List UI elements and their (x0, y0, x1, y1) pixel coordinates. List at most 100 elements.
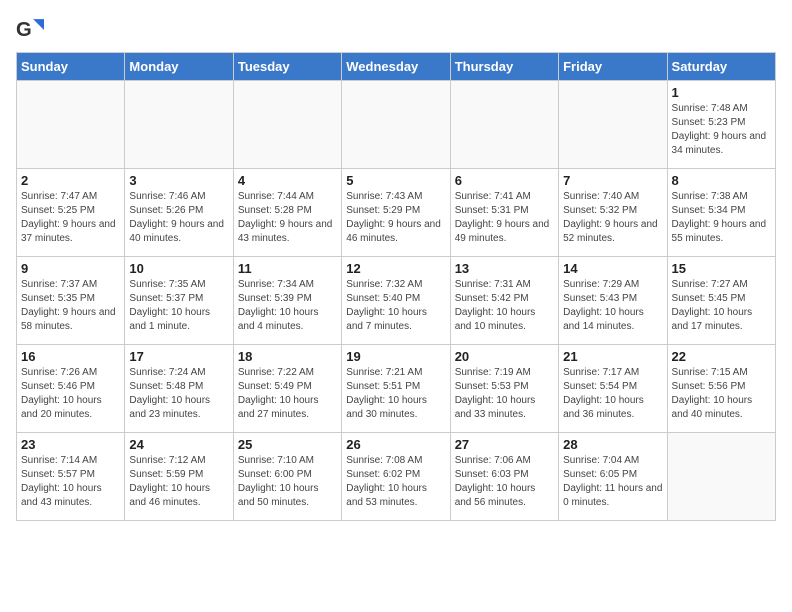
logo-icon: G (16, 16, 44, 44)
day-number: 20 (455, 349, 554, 364)
day-info: Sunrise: 7:04 AM Sunset: 6:05 PM Dayligh… (563, 454, 662, 510)
day-info: Sunrise: 7:43 AM Sunset: 5:29 PM Dayligh… (346, 190, 445, 246)
weekday-header: Wednesday (342, 53, 450, 81)
calendar-cell: 22 Sunrise: 7:15 AM Sunset: 5:56 PM Dayli… (667, 345, 775, 433)
calendar-cell (17, 81, 125, 169)
calendar-cell: 21 Sunrise: 7:17 AM Sunset: 5:54 PM Dayli… (559, 345, 667, 433)
calendar-week-row: 9 Sunrise: 7:37 AM Sunset: 5:35 PM Daylig… (17, 257, 776, 345)
day-info: Sunrise: 7:19 AM Sunset: 5:53 PM Dayligh… (455, 366, 554, 422)
calendar-cell: 1 Sunrise: 7:48 AM Sunset: 5:23 PM Daylig… (667, 81, 775, 169)
calendar-cell: 28 Sunrise: 7:04 AM Sunset: 6:05 PM Dayli… (559, 433, 667, 521)
day-info: Sunrise: 7:34 AM Sunset: 5:39 PM Dayligh… (238, 278, 337, 334)
calendar-cell: 3Sunrise: 7:46 AM Sunset: 5:26 PM Daylig… (125, 169, 233, 257)
day-info: Sunrise: 7:24 AM Sunset: 5:48 PM Dayligh… (129, 366, 228, 422)
day-info: Sunrise: 7:35 AM Sunset: 5:37 PM Dayligh… (129, 278, 228, 334)
calendar-cell: 18 Sunrise: 7:22 AM Sunset: 5:49 PM Dayli… (233, 345, 341, 433)
day-info: Sunrise: 7:48 AM Sunset: 5:23 PM Dayligh… (672, 102, 771, 158)
day-number: 25 (238, 437, 337, 452)
day-info: Sunrise: 7:22 AM Sunset: 5:49 PM Dayligh… (238, 366, 337, 422)
day-number: 7 (563, 173, 662, 188)
day-info: Sunrise: 7:38 AM Sunset: 5:34 PM Dayligh… (672, 190, 771, 246)
day-number: 16 (21, 349, 120, 364)
calendar-cell: 7 Sunrise: 7:40 AM Sunset: 5:32 PM Daylig… (559, 169, 667, 257)
calendar-table: SundayMondayTuesdayWednesdayThursdayFrid… (16, 52, 776, 521)
day-info: Sunrise: 7:27 AM Sunset: 5:45 PM Dayligh… (672, 278, 771, 334)
day-info: Sunrise: 7:14 AM Sunset: 5:57 PM Dayligh… (21, 454, 120, 510)
calendar-cell (233, 81, 341, 169)
calendar-cell (667, 433, 775, 521)
day-number: 12 (346, 261, 445, 276)
weekday-header: Tuesday (233, 53, 341, 81)
day-number: 10 (129, 261, 228, 276)
day-number: 15 (672, 261, 771, 276)
day-info: Sunrise: 7:12 AM Sunset: 5:59 PM Dayligh… (129, 454, 228, 510)
day-number: 17 (129, 349, 228, 364)
day-info: Sunrise: 7:21 AM Sunset: 5:51 PM Dayligh… (346, 366, 445, 422)
day-number: 9 (21, 261, 120, 276)
calendar-cell (559, 81, 667, 169)
calendar-cell: 8 Sunrise: 7:38 AM Sunset: 5:34 PM Daylig… (667, 169, 775, 257)
day-number: 28 (563, 437, 662, 452)
day-info: Sunrise: 7:40 AM Sunset: 5:32 PM Dayligh… (563, 190, 662, 246)
calendar-week-row: 23 Sunrise: 7:14 AM Sunset: 5:57 PM Dayli… (17, 433, 776, 521)
day-info: Sunrise: 7:47 AM Sunset: 5:25 PM Dayligh… (21, 190, 120, 246)
calendar-cell: 23 Sunrise: 7:14 AM Sunset: 5:57 PM Dayli… (17, 433, 125, 521)
svg-text:G: G (16, 19, 32, 41)
day-number: 23 (21, 437, 120, 452)
day-info: Sunrise: 7:41 AM Sunset: 5:31 PM Dayligh… (455, 190, 554, 246)
calendar-cell: 11Sunrise: 7:34 AM Sunset: 5:39 PM Dayli… (233, 257, 341, 345)
calendar-cell: 17 Sunrise: 7:24 AM Sunset: 5:48 PM Dayli… (125, 345, 233, 433)
calendar-week-row: 16 Sunrise: 7:26 AM Sunset: 5:46 PM Dayli… (17, 345, 776, 433)
day-number: 19 (346, 349, 445, 364)
calendar-cell: 14Sunrise: 7:29 AM Sunset: 5:43 PM Dayli… (559, 257, 667, 345)
calendar-cell: 25 Sunrise: 7:10 AM Sunset: 6:00 PM Dayli… (233, 433, 341, 521)
calendar-cell: 10 Sunrise: 7:35 AM Sunset: 5:37 PM Dayli… (125, 257, 233, 345)
calendar-cell: 15 Sunrise: 7:27 AM Sunset: 5:45 PM Dayli… (667, 257, 775, 345)
day-number: 24 (129, 437, 228, 452)
calendar-cell: 27 Sunrise: 7:06 AM Sunset: 6:03 PM Dayli… (450, 433, 558, 521)
day-info: Sunrise: 7:37 AM Sunset: 5:35 PM Dayligh… (21, 278, 120, 334)
calendar-cell: 16 Sunrise: 7:26 AM Sunset: 5:46 PM Dayli… (17, 345, 125, 433)
calendar-cell: 9 Sunrise: 7:37 AM Sunset: 5:35 PM Daylig… (17, 257, 125, 345)
calendar-cell: 13 Sunrise: 7:31 AM Sunset: 5:42 PM Dayli… (450, 257, 558, 345)
day-number: 13 (455, 261, 554, 276)
day-info: Sunrise: 7:44 AM Sunset: 5:28 PM Dayligh… (238, 190, 337, 246)
day-number: 2 (21, 173, 120, 188)
calendar-week-row: 2 Sunrise: 7:47 AM Sunset: 5:25 PM Daylig… (17, 169, 776, 257)
day-number: 5 (346, 173, 445, 188)
day-info: Sunrise: 7:17 AM Sunset: 5:54 PM Dayligh… (563, 366, 662, 422)
day-number: 21 (563, 349, 662, 364)
weekday-header: Friday (559, 53, 667, 81)
day-info: Sunrise: 7:10 AM Sunset: 6:00 PM Dayligh… (238, 454, 337, 510)
day-info: Sunrise: 7:26 AM Sunset: 5:46 PM Dayligh… (21, 366, 120, 422)
day-number: 1 (672, 85, 771, 100)
calendar-cell: 2 Sunrise: 7:47 AM Sunset: 5:25 PM Daylig… (17, 169, 125, 257)
day-info: Sunrise: 7:15 AM Sunset: 5:56 PM Dayligh… (672, 366, 771, 422)
weekday-header: Sunday (17, 53, 125, 81)
day-number: 14 (563, 261, 662, 276)
calendar-cell: 20 Sunrise: 7:19 AM Sunset: 5:53 PM Dayli… (450, 345, 558, 433)
weekday-header: Saturday (667, 53, 775, 81)
calendar-cell: 26 Sunrise: 7:08 AM Sunset: 6:02 PM Dayli… (342, 433, 450, 521)
day-number: 6 (455, 173, 554, 188)
day-info: Sunrise: 7:08 AM Sunset: 6:02 PM Dayligh… (346, 454, 445, 510)
day-info: Sunrise: 7:06 AM Sunset: 6:03 PM Dayligh… (455, 454, 554, 510)
day-number: 8 (672, 173, 771, 188)
logo: G (16, 16, 46, 44)
calendar-week-row: 1 Sunrise: 7:48 AM Sunset: 5:23 PM Daylig… (17, 81, 776, 169)
day-info: Sunrise: 7:46 AM Sunset: 5:26 PM Dayligh… (129, 190, 228, 246)
calendar-cell: 19 Sunrise: 7:21 AM Sunset: 5:51 PM Dayli… (342, 345, 450, 433)
day-info: Sunrise: 7:32 AM Sunset: 5:40 PM Dayligh… (346, 278, 445, 334)
day-number: 22 (672, 349, 771, 364)
calendar-cell (342, 81, 450, 169)
day-number: 26 (346, 437, 445, 452)
weekday-header: Thursday (450, 53, 558, 81)
day-number: 18 (238, 349, 337, 364)
calendar-cell (450, 81, 558, 169)
calendar-cell: 6 Sunrise: 7:41 AM Sunset: 5:31 PM Daylig… (450, 169, 558, 257)
day-number: 27 (455, 437, 554, 452)
page-header: G (16, 16, 776, 44)
calendar-cell: 4Sunrise: 7:44 AM Sunset: 5:28 PM Daylig… (233, 169, 341, 257)
day-info: Sunrise: 7:31 AM Sunset: 5:42 PM Dayligh… (455, 278, 554, 334)
weekday-header: Monday (125, 53, 233, 81)
